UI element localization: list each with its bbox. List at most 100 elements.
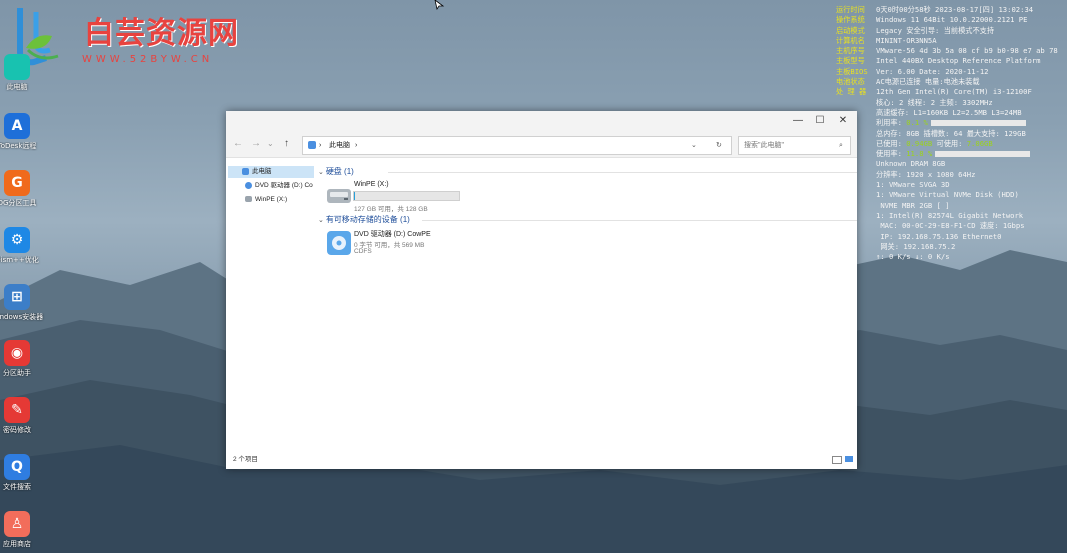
desktop-icon-7[interactable]: Q 文件搜索 — [0, 454, 48, 492]
desktop-icon-label: 分区助手 — [3, 369, 31, 377]
details-view-icon[interactable] — [832, 456, 842, 464]
app-store-icon: ♙ — [4, 511, 30, 537]
item-count: 2 个项目 — [233, 456, 258, 463]
system-info-key: 处 理 器 — [836, 87, 867, 97]
desktop-icon-8[interactable]: ♙ 应用商店 — [0, 511, 48, 549]
system-info-row: 网关: 192.168.75.2 — [836, 242, 1067, 252]
system-info-row: 电池状态 AC电源已连接 电量:电池未装载 — [836, 77, 1067, 87]
system-info-metric: 11.8 % — [901, 149, 933, 159]
system-info-value: Windows 11 64Bit 10.0.22000.2121 PE — [876, 15, 1028, 25]
content-pane: ⌄ 硬盘 (1) WinPE (X:) 127 GB 可用，共 128 GB ⌄… — [316, 161, 857, 451]
large-icons-view-icon[interactable] — [845, 456, 853, 462]
system-info-value: 0天0时00分58秒 2023-08-17[四] 13:02:34 — [876, 5, 1034, 14]
system-info-row: 启动模式 Legacy 安全引导: 当前模式不支持 — [836, 26, 1067, 36]
desktop-icon-label: 此电脑 — [6, 83, 28, 91]
usage-bar — [930, 120, 1026, 127]
desktop-icon-6[interactable]: ✎ 密码修改 — [0, 397, 48, 435]
address-dropdown-icon[interactable]: ⌄ — [691, 137, 697, 154]
system-info-value: IP: 192.168.75.136 Ethernet0 — [876, 231, 1002, 241]
desktop-icon-0[interactable]: 此电脑 — [0, 54, 48, 92]
capacity-bar — [353, 191, 460, 201]
system-info-value: 网关: 192.168.75.2 — [876, 241, 956, 251]
desktop-icon-3[interactable]: ⚙ Dism++优化 — [0, 227, 48, 265]
system-info-row: 操作系统 Windows 11 64Bit 10.0.22000.2121 PE — [836, 15, 1067, 25]
system-info-key: 主板BIOS — [836, 66, 868, 76]
system-info-row: 内 存总内存: 8GB 插槽数: 64 最大支持: 129GB — [836, 129, 1067, 139]
desktop-icon-label: 应用商店 — [3, 540, 31, 548]
system-info-key: 电池状态 — [836, 77, 865, 87]
system-info-row: 核心: 2 线程: 2 主频: 3302MHz — [836, 98, 1067, 108]
desktop-icon-4[interactable]: ⊞ Windows安装器 — [0, 284, 48, 322]
system-info-value: 1: VMware SVGA 3D — [876, 180, 950, 190]
search-box[interactable]: 搜索"此电脑" ⌕ — [738, 136, 851, 155]
system-info-value: AC电源已连接 电量:电池未装载 — [876, 77, 980, 87]
address-segment-this-pc[interactable]: 此电脑 — [329, 137, 350, 154]
back-arrow-icon[interactable]: ← — [233, 138, 243, 149]
group-divider — [388, 172, 857, 173]
system-info-metric: 7.06GB — [962, 138, 993, 148]
system-info-row: 计算机名 MININT-OR3NN5A — [836, 36, 1067, 46]
desktop-icon-label: 密码修改 — [3, 426, 31, 434]
nav-item-dvd-drive[interactable]: DVD 驱动器 (D:) Co — [228, 180, 314, 192]
system-info-value: 使用率: — [876, 149, 902, 159]
refresh-icon[interactable]: ↻ — [716, 137, 722, 154]
system-info-value: 12th Gen Intel(R) Core(TM) i3-12100F — [876, 87, 1032, 97]
system-info-row: NVME MBR 2GB [ ] — [836, 201, 1067, 211]
close-button[interactable]: ✕ — [833, 114, 853, 128]
system-info-value: 1: VMware Virtual NVMe Disk (HDD) — [876, 190, 1019, 200]
chevron-down-icon[interactable]: ⌄ — [267, 139, 274, 148]
desktop-icon-1[interactable]: A ToDesk远程 — [0, 113, 48, 151]
system-info-value: 已使用: — [876, 138, 902, 148]
drive-item-dvd[interactable]: DVD 驱动器 (D:) CowPE 0 字节 可用，共 569 MB CDFS — [324, 229, 474, 271]
group-header-removable[interactable]: ⌄ 有可移动存储的设备 (1) — [318, 214, 857, 225]
system-info-metric: 0.1 % — [901, 118, 928, 128]
system-info-value: 可使用: — [932, 138, 963, 148]
system-info-key: 计算机名 — [836, 35, 865, 45]
swirl-icon — [4, 54, 30, 80]
desktop-icon-5[interactable]: ◉ 分区助手 — [0, 340, 48, 378]
address-separator: › — [319, 142, 322, 149]
drive-name: DVD 驱动器 (D:) CowPE — [354, 231, 431, 238]
search-placeholder: 搜索"此电脑" — [744, 142, 784, 149]
system-info-overlay: 运行时间 0天0时00分58秒 2023-08-17[四] 13:02:34 操作系… — [836, 5, 1067, 262]
file-search-icon: Q — [4, 454, 30, 480]
system-info-row: Unknown DRAM 8GB — [836, 159, 1067, 169]
title-bar[interactable]: — ☐ ✕ — [226, 111, 857, 133]
capacity-bar-fill — [354, 192, 356, 200]
up-arrow-icon[interactable]: ↑ — [284, 138, 289, 149]
system-info-value: ↑: 0 K/s ↓: 0 K/s — [876, 252, 950, 262]
system-info-key: 主板型号 — [836, 56, 865, 66]
group-title: 有可移动存储的设备 (1) — [325, 215, 410, 224]
system-info-key: 主机序号 — [836, 46, 865, 56]
system-info-key: 启动模式 — [836, 25, 865, 35]
partition-assistant-icon: ◉ — [4, 340, 30, 366]
group-header-hard-disks[interactable]: ⌄ 硬盘 (1) — [318, 166, 857, 177]
system-info-row: 运行时间 0天0时00分58秒 2023-08-17[四] 13:02:34 — [836, 5, 1067, 15]
system-info-value: 利用率: — [876, 118, 902, 128]
system-info-metric: 0.94GB — [901, 138, 933, 148]
dvd-drive-icon — [245, 181, 252, 189]
nav-item-winpe[interactable]: WinPE (X:) — [228, 194, 314, 206]
usage-bar — [935, 151, 1031, 158]
system-info-value: NVME MBR 2GB [ ] — [876, 200, 950, 210]
file-explorer-window[interactable]: — ☐ ✕ ← → ⌄ ↑ › 此电脑 › ⌄ ↻ 搜索"此电脑" ⌕ 此电脑 … — [226, 111, 857, 469]
search-icon: ⌕ — [839, 142, 843, 149]
mouse-cursor-icon — [434, 0, 445, 10]
system-info-key: 运行时间 — [836, 5, 865, 14]
minimize-button[interactable]: — — [788, 114, 808, 128]
nav-item-this-pc[interactable]: 此电脑 — [228, 166, 314, 178]
desktop-icon-2[interactable]: G DG分区工具 — [0, 170, 48, 208]
desktop-icon-label: 文件搜索 — [3, 483, 31, 491]
nav-item-label: 此电脑 — [252, 168, 272, 175]
desktop-icon-label: DG分区工具 — [0, 199, 37, 207]
address-bar[interactable]: › 此电脑 › ⌄ ↻ — [302, 136, 732, 155]
maximize-button[interactable]: ☐ — [810, 114, 830, 128]
system-info-row: 网 速↑: 0 K/s ↓: 0 K/s — [836, 252, 1067, 262]
system-info-row: 处 理 器 12th Gen Intel(R) Core(TM) i3-12100… — [836, 87, 1067, 97]
system-info-value: 核心: 2 线程: 2 主频: 3302MHz — [876, 97, 993, 107]
system-info-row: 1: VMware SVGA 3D — [836, 180, 1067, 190]
system-info-row: 主板BIOS Ver: 6.00 Date: 2020-11-12 — [836, 67, 1067, 77]
system-info-row: 使用率: 11.8 % — [836, 149, 1067, 159]
forward-arrow-icon[interactable]: → — [251, 138, 261, 149]
system-info-row: 已使用: 0.94GB 可使用: 7.06GB — [836, 139, 1067, 149]
